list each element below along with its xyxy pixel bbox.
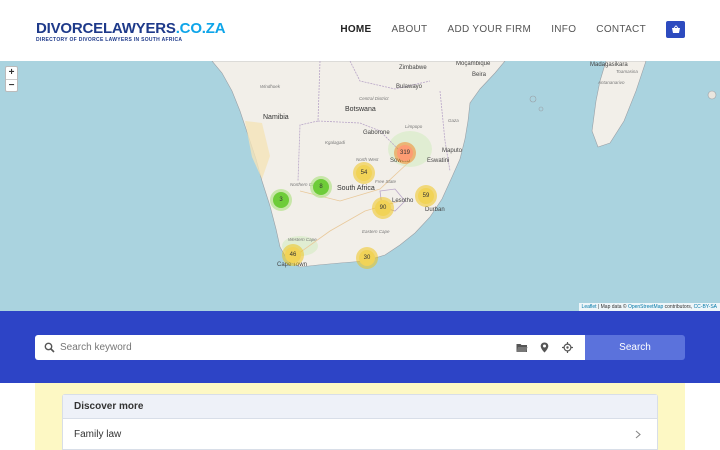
nav-contact[interactable]: CONTACT [596, 24, 646, 35]
site-header: DIVORCELAWYERS.CO.ZA DIRECTORY OF DIVORC… [0, 0, 720, 61]
map-label-durban: Durban [425, 207, 445, 213]
zoom-out-button[interactable]: − [6, 79, 17, 91]
map-label-eastern-cape: Eastern Cape [362, 229, 390, 234]
nav-add-your-firm[interactable]: ADD YOUR FIRM [447, 24, 531, 35]
map-label-western-cape: Western Cape [288, 237, 317, 242]
search-button[interactable]: Search [585, 335, 685, 360]
nav-info[interactable]: INFO [551, 24, 576, 35]
osm-link[interactable]: OpenStreetMap [628, 304, 663, 310]
cart-button[interactable] [666, 21, 685, 38]
search-box [35, 335, 585, 360]
nav-home[interactable]: HOME [340, 24, 371, 35]
discover-panel: Discover more Family law [62, 394, 658, 450]
search-input[interactable] [60, 339, 500, 356]
map-label-north-west: North West [356, 157, 379, 162]
search-icon [44, 342, 55, 353]
map-label-mocambique: Moçambique [456, 61, 491, 67]
discover-item-family-law[interactable]: Family law [63, 419, 657, 450]
discover-item-label: Family law [74, 429, 122, 440]
map-label-kgalagadi: Kgalagadi [325, 140, 346, 145]
map-label-south-africa: South Africa [337, 185, 375, 192]
map-label-bulawayo: Bulawayo [396, 84, 423, 90]
folder-icon[interactable] [516, 342, 528, 353]
logo-wordmark: DIVORCELAWYERS.CO.ZA [36, 20, 226, 37]
crosshair-icon[interactable] [562, 342, 573, 353]
map-label-botswana: Botswana [345, 106, 376, 113]
map-label-gaza: Gaza [448, 118, 459, 123]
site-logo[interactable]: DIVORCELAWYERS.CO.ZA DIRECTORY OF DIVORC… [36, 20, 226, 43]
zoom-in-button[interactable]: + [6, 67, 17, 79]
map-attribution: Leaflet | Map data © OpenStreetMap contr… [578, 303, 720, 311]
map-label-gaborone: Gaborone [363, 130, 390, 136]
map-cluster-marker[interactable]: 90 [375, 200, 391, 216]
basket-icon [671, 25, 680, 33]
search-band: Search [0, 311, 720, 383]
map[interactable]: + − Namibia Botswana South Africa Lesoth… [0, 61, 720, 311]
discover-section: Discover more Family law [35, 383, 685, 450]
license-link[interactable]: CC-BY-SA [694, 304, 717, 310]
map-label-namibia: Namibia [263, 114, 289, 121]
map-label-antananarivo: Antananarivo [598, 80, 625, 85]
leaflet-link[interactable]: Leaflet [582, 304, 597, 310]
map-label-zimbabwe: Zimbabwe [399, 65, 427, 71]
map-label-central-district: Central District [359, 96, 389, 101]
map-cluster-marker[interactable]: 59 [418, 188, 434, 204]
zoom-control: + − [5, 66, 18, 92]
map-label-eswatini: Eswatini [427, 158, 450, 164]
map-cluster-marker[interactable]: 46 [285, 247, 301, 263]
map-label-madagasikara: Madagasikara [590, 62, 628, 68]
main-nav: HOME ABOUT ADD YOUR FIRM INFO CONTACT [320, 21, 685, 38]
map-cluster-marker[interactable]: 54 [356, 165, 372, 181]
map-label-maputo: Maputo [442, 148, 463, 154]
map-cluster-marker[interactable]: 8 [313, 179, 329, 195]
map-label-lesotho: Lesotho [392, 198, 414, 204]
map-cluster-marker[interactable]: 319 [397, 145, 413, 161]
chevron-right-icon [635, 430, 641, 439]
map-cluster-marker[interactable]: 30 [359, 250, 375, 266]
map-label-free-state: Free State [375, 179, 397, 184]
map-label-toamasina: Toamasina [616, 69, 638, 74]
map-cluster-marker[interactable]: 3 [273, 192, 289, 208]
logo-tagline: DIRECTORY OF DIVORCE LAWYERS IN SOUTH AF… [36, 37, 183, 43]
map-label-limpopo: Limpopo [405, 124, 423, 129]
map-label-beira: Beira [472, 72, 487, 78]
discover-title: Discover more [63, 395, 657, 419]
location-pin-icon[interactable] [540, 342, 549, 353]
nav-about[interactable]: ABOUT [392, 24, 428, 35]
map-label-windhoek: Windhoek [260, 84, 280, 89]
